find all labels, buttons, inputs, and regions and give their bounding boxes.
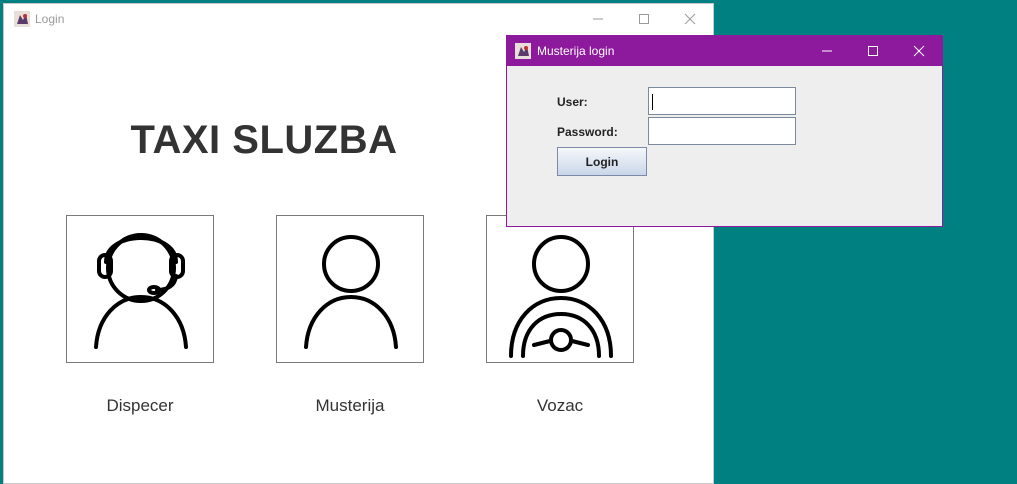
musterija-login-dialog: Musterija login User: Password: Login (506, 35, 943, 227)
user-label: User: (557, 95, 588, 109)
vozac-label[interactable]: Vozac (486, 396, 634, 416)
password-label: Password: (557, 125, 618, 139)
dialog-maximize-button[interactable] (850, 36, 896, 66)
java-app-icon (515, 43, 531, 59)
java-app-icon (14, 11, 30, 27)
dialog-minimize-button[interactable] (804, 36, 850, 66)
user-field[interactable] (648, 87, 796, 115)
dialog-close-button[interactable] (896, 36, 942, 66)
maximize-icon (868, 46, 878, 56)
minimize-icon (822, 50, 832, 52)
password-field[interactable] (648, 117, 796, 145)
vozac-card[interactable] (486, 215, 634, 363)
minimize-icon (593, 18, 603, 20)
close-icon (913, 45, 925, 57)
login-window-titlebar[interactable]: Login (4, 4, 713, 34)
dialog-titlebar[interactable]: Musterija login (507, 36, 942, 66)
close-button[interactable] (667, 4, 713, 34)
text-caret (652, 94, 653, 110)
dispecer-label[interactable]: Dispecer (66, 396, 214, 416)
window-title: Login (35, 12, 65, 26)
dialog-title: Musterija login (537, 44, 615, 58)
customer-person-icon (304, 235, 398, 349)
maximize-icon (639, 14, 649, 24)
close-icon (684, 13, 696, 25)
login-button[interactable]: Login (557, 147, 647, 176)
dispatcher-headset-icon (94, 233, 188, 349)
page-title: TAXI SLUZBA (130, 118, 398, 162)
minimize-button[interactable] (575, 4, 621, 34)
musterija-label[interactable]: Musterija (276, 396, 424, 416)
dispecer-card[interactable] (66, 215, 214, 363)
driver-steering-wheel-icon (509, 235, 613, 358)
maximize-button[interactable] (621, 4, 667, 34)
musterija-card[interactable] (276, 215, 424, 363)
